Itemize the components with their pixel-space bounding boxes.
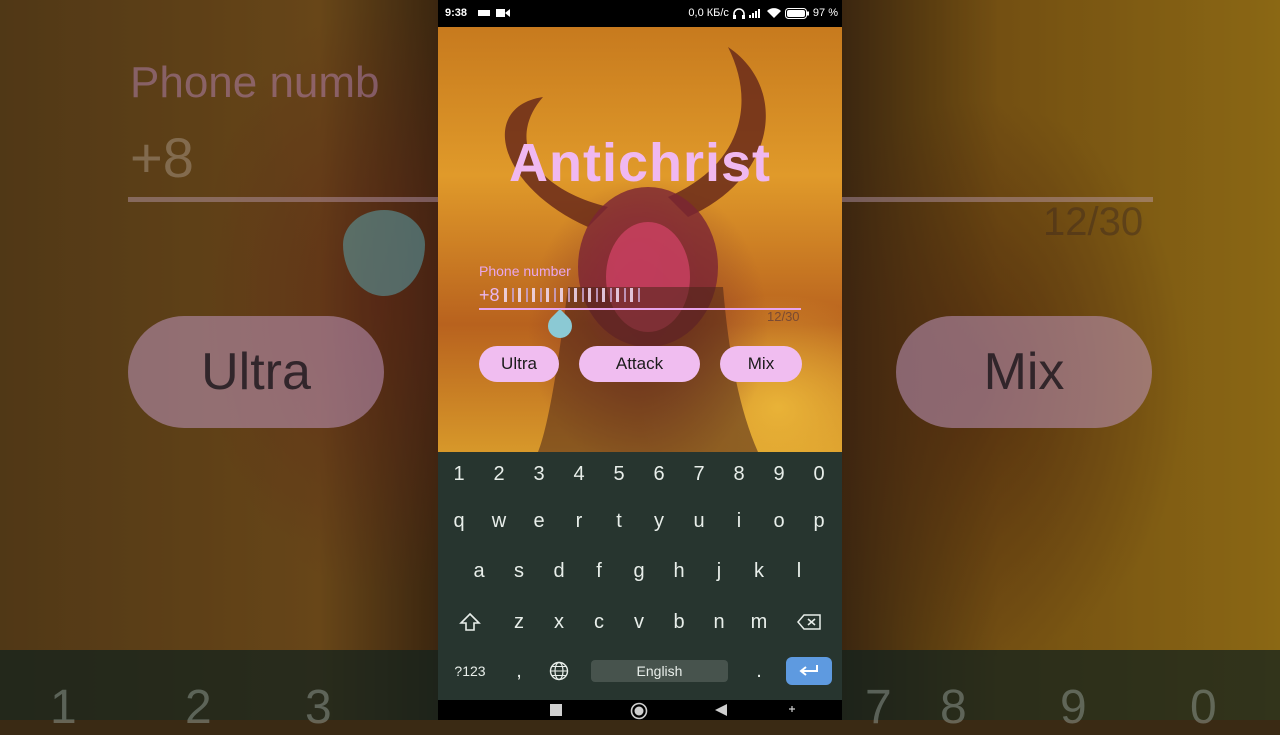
key-q[interactable]: q <box>440 499 478 543</box>
key-3[interactable]: 3 <box>520 452 558 496</box>
redacted-number-mask <box>503 288 644 302</box>
key-n[interactable]: n <box>700 600 738 644</box>
status-time: 9:38 <box>445 7 468 19</box>
key-j[interactable]: j <box>700 549 738 593</box>
symbols-key[interactable]: ?123 <box>446 649 494 693</box>
key-t[interactable]: t <box>600 499 638 543</box>
status-bar: 9:38 0,0 КБ/с 97 % <box>438 0 842 27</box>
globe-icon <box>549 661 569 681</box>
key-u[interactable]: u <box>680 499 718 543</box>
key-b[interactable]: b <box>660 600 698 644</box>
key-s[interactable]: s <box>500 549 538 593</box>
navigation-bar <box>438 700 842 720</box>
key-4[interactable]: 4 <box>560 452 598 496</box>
network-speed: 0,0 КБ/с <box>688 7 729 19</box>
key-6[interactable]: 6 <box>640 452 678 496</box>
keyboard-row-3: z x c v b n m <box>438 600 842 644</box>
key-p[interactable]: p <box>800 499 838 543</box>
keyboard-notification-icon <box>478 10 490 16</box>
key-a[interactable]: a <box>460 549 498 593</box>
input-underline <box>479 308 801 310</box>
key-7[interactable]: 7 <box>680 452 718 496</box>
key-y[interactable]: y <box>640 499 678 543</box>
period-key[interactable]: . <box>740 649 778 693</box>
phone-screen: 9:38 0,0 КБ/с 97 % Antichrist Phone numb… <box>438 0 842 720</box>
battery-icon <box>784 7 809 19</box>
keyboard-number-row: 1 2 3 4 5 6 7 8 9 0 <box>438 452 842 496</box>
backspace-key[interactable] <box>788 600 830 644</box>
key-o[interactable]: o <box>760 499 798 543</box>
character-counter: 12/30 <box>767 309 800 324</box>
phone-number-value: +8 <box>479 284 500 305</box>
space-bar[interactable]: English <box>591 660 728 682</box>
key-z[interactable]: z <box>500 600 538 644</box>
key-k[interactable]: k <box>740 549 778 593</box>
app-title: Antichrist <box>508 133 772 193</box>
attack-button[interactable]: Attack <box>579 346 700 382</box>
ultra-button[interactable]: Ultra <box>479 346 559 382</box>
language-key[interactable] <box>540 649 578 693</box>
video-camera-icon <box>496 9 510 17</box>
battery-percent: 97 % <box>812 7 838 19</box>
shift-icon <box>459 612 481 631</box>
key-l[interactable]: l <box>780 549 818 593</box>
key-9[interactable]: 9 <box>760 452 798 496</box>
backdrop-digit: 0 <box>1190 681 1217 734</box>
key-8[interactable]: 8 <box>720 452 758 496</box>
phone-number-label: Phone number <box>479 263 571 279</box>
key-m[interactable]: m <box>740 600 778 644</box>
key-5[interactable]: 5 <box>600 452 638 496</box>
backdrop-digit: 7 <box>865 681 892 734</box>
phone-number-input[interactable]: +8 <box>479 283 799 307</box>
key-e[interactable]: e <box>520 499 558 543</box>
home-icon[interactable] <box>630 702 648 720</box>
shift-key[interactable] <box>450 600 490 644</box>
backdrop-digit: 1 <box>50 681 77 734</box>
key-x[interactable]: x <box>540 600 578 644</box>
backdrop-phone-label: Phone numb <box>130 58 380 107</box>
wallpaper-image <box>438 27 842 452</box>
soft-keyboard: 1 2 3 4 5 6 7 8 9 0 q w e r t y u i o p … <box>438 452 842 700</box>
status-right: 0,0 КБ/с 97 % <box>688 7 838 19</box>
comma-key[interactable]: , <box>500 649 538 693</box>
backdrop-phone-value: +8 <box>130 126 194 189</box>
key-w[interactable]: w <box>480 499 518 543</box>
key-r[interactable]: r <box>560 499 598 543</box>
backdrop-mix-pill: Mix <box>896 316 1152 428</box>
key-v[interactable]: v <box>620 600 658 644</box>
key-2[interactable]: 2 <box>480 452 518 496</box>
signal-icon <box>748 9 760 18</box>
key-h[interactable]: h <box>660 549 698 593</box>
key-c[interactable]: c <box>580 600 618 644</box>
headphones-icon <box>732 7 745 19</box>
key-g[interactable]: g <box>620 549 658 593</box>
backdrop-digit: 9 <box>1060 681 1087 734</box>
keyboard-bottom-row: ?123 , English . <box>438 649 842 693</box>
back-icon[interactable] <box>715 704 727 716</box>
backdrop-digit: 8 <box>940 681 967 734</box>
assistant-icon[interactable] <box>789 706 795 712</box>
keyboard-row-2: a s d f g h j k l <box>438 549 842 593</box>
enter-key[interactable] <box>786 657 832 685</box>
wifi-icon <box>766 8 781 18</box>
key-f[interactable]: f <box>580 549 618 593</box>
backdrop-counter: 12/30 <box>1043 200 1144 244</box>
backdrop-ultra-pill: Ultra <box>128 316 384 428</box>
key-d[interactable]: d <box>540 549 578 593</box>
keyboard-row-1: q w e r t y u i o p <box>438 499 842 543</box>
enter-icon <box>799 665 818 676</box>
backdrop-digit: 2 <box>185 681 212 734</box>
recents-icon[interactable] <box>550 704 562 716</box>
backdrop-digit: 3 <box>305 681 332 734</box>
horned-figure-illustration <box>504 47 766 452</box>
mix-button[interactable]: Mix <box>720 346 802 382</box>
key-1[interactable]: 1 <box>440 452 478 496</box>
key-0[interactable]: 0 <box>800 452 838 496</box>
backspace-icon <box>797 614 821 630</box>
key-i[interactable]: i <box>720 499 758 543</box>
